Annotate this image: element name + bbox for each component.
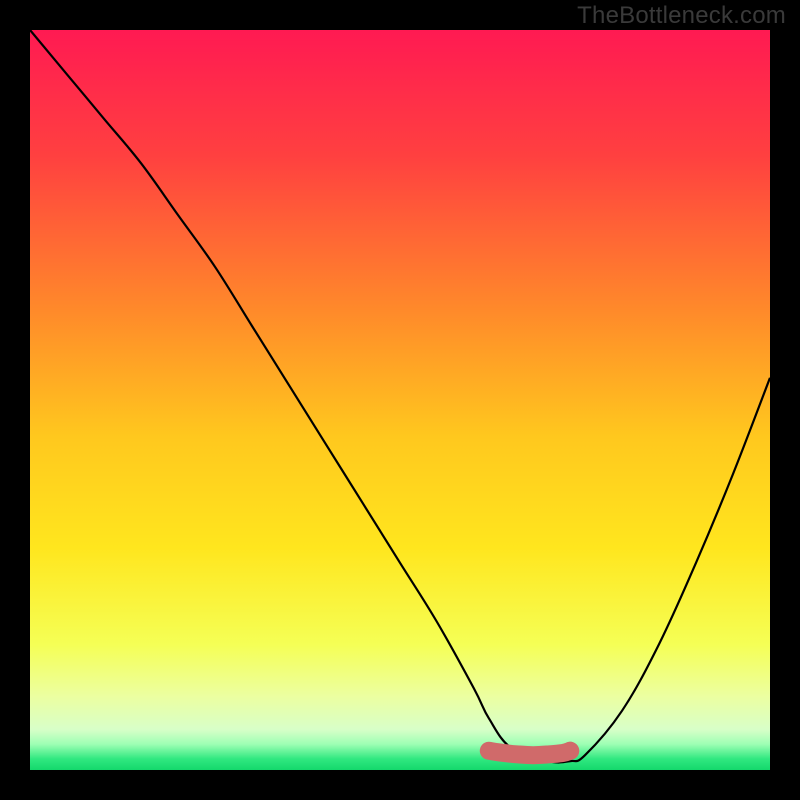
curve-layer [30,30,770,770]
bottleneck-curve [30,30,770,762]
optimal-range-band [489,742,579,760]
optimal-range-path [489,751,570,755]
watermark-text: TheBottleneck.com [577,2,786,30]
optimal-range-end-dot [561,742,579,760]
plot-area [30,30,770,770]
chart-frame: TheBottleneck.com [0,0,800,800]
